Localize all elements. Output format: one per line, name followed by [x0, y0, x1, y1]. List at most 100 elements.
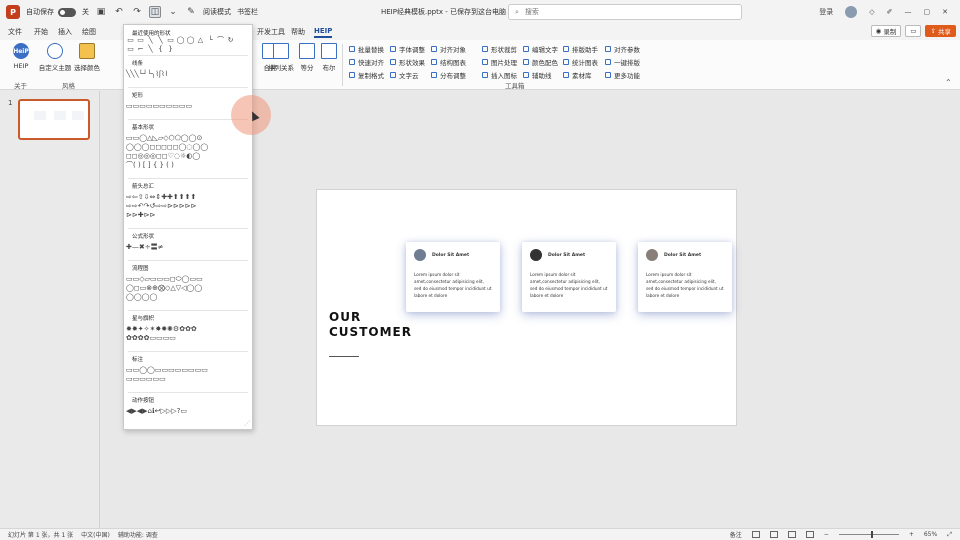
toolbox-button[interactable]: 一键排版 [605, 57, 640, 67]
toolbox-button[interactable]: 结构图表 [431, 57, 466, 67]
share-button[interactable]: ⇪ 共享 [925, 25, 956, 37]
zoom-level[interactable]: 65% [924, 531, 937, 538]
zoom-in-icon[interactable]: + [909, 531, 914, 538]
toolbox-button[interactable]: 批量替换 [349, 44, 384, 54]
customer-avatar [530, 249, 542, 261]
toolbox-button[interactable]: 对齐参数 [605, 44, 640, 54]
zoom-out-icon[interactable]: − [824, 531, 829, 538]
shape-row[interactable]: ⇨⇨↶↷↺⇨⇨⊳⊳⊳⊳⊳ [126, 202, 196, 211]
toolbox-button[interactable]: 更多功能 [605, 70, 640, 80]
tab-draw[interactable]: 绘图 [82, 27, 96, 37]
toolbox-button[interactable]: 颜色配色 [523, 57, 558, 67]
toolbox-button[interactable]: 字体调整 [390, 44, 425, 54]
recent-shapes-row[interactable]: ▭ ▭ ╲ ╲ ▭ ◯ ◯ △ └ ⌒ ↻ [126, 36, 235, 45]
tab-file[interactable]: 文件 [8, 27, 22, 37]
shape-row[interactable]: ▭▭▭▭▭▭ [126, 375, 166, 384]
shape-row[interactable]: ▭▭◯△◺▱◇⬡⬠◯◯⊙ [126, 134, 202, 143]
tab-heip[interactable]: HEIP [314, 27, 333, 38]
bookmark-label[interactable]: 书签栏 [237, 7, 258, 17]
shape-section-heading: 箭头总汇 [132, 184, 155, 190]
redo-icon[interactable]: ↷ [131, 6, 143, 18]
slideshow-icon[interactable] [805, 531, 814, 538]
diamond-icon[interactable]: ◇ [869, 8, 874, 16]
shape-row[interactable]: ◯◻▭⊗⊕⨂◇△▽◁◯◯ [126, 284, 202, 293]
tool-icon [605, 46, 611, 52]
toolbox-button[interactable]: 统计图表 [563, 57, 598, 67]
sign-in-label[interactable]: 登录 [819, 7, 833, 17]
shape-row[interactable]: ⊳⊳✚⊳⊳ [126, 211, 155, 220]
language-indicator[interactable]: 中文(中国) [81, 530, 110, 539]
shape-row[interactable]: ▭▭◇▱▭▭▭◻⬭◯▭▭ [126, 275, 203, 284]
slide-sorter-icon[interactable] [769, 531, 778, 538]
slide-thumbnail[interactable] [18, 99, 90, 140]
accessibility-indicator[interactable]: 辅助功能: 调查 [118, 530, 158, 539]
tool-icon [349, 72, 355, 78]
avatar[interactable] [845, 6, 858, 18]
shape-row[interactable]: ▭▭▭▭▭▭▭▭▭▭ [126, 102, 192, 111]
reading-view-icon[interactable] [787, 531, 796, 538]
resize-grip-icon[interactable]: ⋰ [244, 420, 250, 427]
heip-button[interactable]: HeiP HEIP [6, 43, 36, 70]
customer-card[interactable]: Dolor Sit Amet Lorem ipsum dolor sit ame… [638, 242, 732, 312]
fit-slide-icon[interactable]: ⤢ [947, 531, 952, 539]
recent-shapes-row[interactable]: ▭ ⌐ ╲{} [126, 45, 175, 54]
shape-row[interactable]: ◯◯◯◯ [126, 293, 157, 302]
toolbox-button[interactable]: 形状效果 [390, 57, 425, 67]
close-icon[interactable]: ✕ [942, 8, 948, 16]
select-color-button[interactable]: 选择颜色 [72, 43, 102, 72]
toolbox-button[interactable]: 素材库 [563, 70, 592, 80]
customer-card[interactable]: Dolor Sit Amet Lorem ipsum dolor sit ame… [522, 242, 616, 312]
toolbox-button[interactable]: 快速对齐 [349, 57, 384, 67]
toolbox-button[interactable]: 辅助线 [523, 70, 552, 80]
notes-button[interactable]: 备注 [730, 530, 742, 539]
record-button[interactable]: ◉ 录制 [870, 25, 902, 37]
tab-home[interactable]: 开始 [34, 27, 48, 37]
undo-icon[interactable]: ↶ [113, 6, 125, 18]
shape-row[interactable]: ◀▶◀▶⌂ℹ↩▷▷▷?▭ [126, 407, 187, 416]
comments-button[interactable]: ▭ [905, 25, 922, 37]
collapse-ribbon-icon[interactable]: ⌃ [945, 78, 952, 87]
save-icon[interactable]: ▣ [95, 6, 107, 18]
toolbox-button[interactable]: 排版助手 [563, 44, 598, 54]
tab-developer[interactable]: 开发工具 [257, 27, 285, 37]
shape-row[interactable]: ⇨⇦⇧⇩⇔⇕✚✚⬆⬆⬆⬆ [126, 193, 196, 202]
bool-button[interactable]: 布尔 [314, 43, 344, 72]
custom-theme-button[interactable]: 自定义主题 [38, 43, 72, 72]
shape-row[interactable]: ✚—✖÷〓≠ [126, 243, 163, 252]
toolbox-button[interactable]: 对齐对象 [431, 44, 466, 54]
pen-icon[interactable]: ✐ [887, 8, 893, 16]
shapes-icon[interactable]: ◫ [149, 6, 161, 18]
toolbox-button[interactable]: 文字云 [390, 70, 419, 80]
shape-row[interactable]: ▭▭◯◯▭▭▭▭▭▭▭▭ [126, 366, 208, 375]
tab-help[interactable]: 帮助 [291, 27, 305, 37]
tab-insert[interactable]: 插入 [58, 27, 72, 37]
zoom-slider[interactable] [838, 531, 899, 538]
minimize-icon[interactable]: — [905, 8, 912, 16]
shape-section-heading: 星与旗帜 [132, 316, 155, 322]
toolbox-button[interactable]: 插入图标 [482, 70, 517, 80]
maximize-icon[interactable]: ▢ [924, 8, 931, 16]
format-painter-icon[interactable]: ✎ [185, 6, 197, 18]
title-bar: P 自动保存 关 ▣ ↶ ↷ ◫ ⌄ ✎ 阅读模式 书签栏 HEIP经典模板.p… [0, 0, 960, 24]
search-box[interactable]: ⌕ 搜索 [508, 4, 742, 20]
normal-view-icon[interactable] [751, 531, 760, 538]
customer-card[interactable]: Dolor Sit Amet Lorem ipsum dolor sit ame… [406, 242, 500, 312]
toolbox-button[interactable]: 复制格式 [349, 70, 384, 80]
custom-theme-label: 自定义主题 [38, 64, 72, 72]
customize-icon[interactable]: ⌄ [167, 6, 179, 18]
toolbox-button[interactable]: 分布调整 [431, 70, 466, 80]
shape-row[interactable]: ◯◯◯◻◻◻◻◻◯◌◯◯ [126, 143, 208, 152]
shape-row[interactable]: ⌒( ) [ ] { } ( ) [126, 161, 174, 170]
toolbox-button[interactable]: 编辑文字 [523, 44, 558, 54]
toolbox-button[interactable]: 形状裁剪 [482, 44, 517, 54]
shape-row[interactable]: ✸✸✦✧✶✸✹✺⚙✿✿✿ [126, 325, 197, 334]
shape-row[interactable]: ◻◻◎◎◎◻◻♡◌☼◐◯ [126, 152, 200, 161]
shape-row[interactable]: ✿✿✿✿▭▭▭▭ [126, 334, 176, 343]
slide-title[interactable]: OUR CUSTOMER [329, 310, 412, 340]
autosave-toggle[interactable] [58, 7, 76, 17]
reading-mode-label[interactable]: 阅读模式 [203, 7, 231, 17]
shape-row[interactable]: ╲╲╲└┘╰╮⌇ʃ⌇⌇ [126, 70, 168, 79]
toolbox-button[interactable]: 图片处理 [482, 57, 517, 67]
current-slide[interactable]: OUR CUSTOMER Dolor Sit Amet Lorem ipsum … [316, 189, 737, 426]
file-name[interactable]: HEIP经典模板.pptx - 已保存到这台电脑 [381, 7, 506, 17]
